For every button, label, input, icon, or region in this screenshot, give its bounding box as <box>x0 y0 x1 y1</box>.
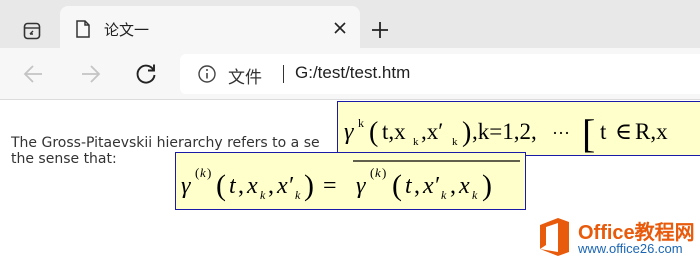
svg-text:k: k <box>413 136 419 148</box>
svg-text:,: , <box>238 173 244 199</box>
svg-text:[: [ <box>582 111 595 156</box>
svg-text:,k=1,2,: ,k=1,2, <box>472 119 537 144</box>
svg-text:k: k <box>472 188 478 202</box>
svg-text:k: k <box>295 188 301 202</box>
svg-text:t: t <box>229 173 237 199</box>
svg-text:(: ( <box>369 117 378 148</box>
equation-image-1: γ k ( t,x k ,x′ k ) ,k=1,2, ··· [ t ∈ R,… <box>337 101 700 156</box>
toolbar: 文件 G:/test/test.htm <box>0 48 700 100</box>
browser-tab[interactable]: 论文一 <box>60 6 360 48</box>
refresh-icon[interactable] <box>132 60 160 88</box>
forward-arrow-icon[interactable] <box>76 60 104 88</box>
svg-text:R,x: R,x <box>635 119 668 144</box>
back-arrow-icon[interactable] <box>20 60 48 88</box>
svg-text:k: k <box>358 116 364 130</box>
workspaces-icon <box>23 22 41 40</box>
svg-text:(: ( <box>216 169 226 202</box>
svg-text:x: x <box>458 173 470 199</box>
svg-text:,x′: ,x′ <box>421 119 443 144</box>
svg-text:(: ( <box>195 165 199 180</box>
svg-text:): ) <box>382 165 386 180</box>
office-logo-icon <box>540 218 569 256</box>
svg-text:γ: γ <box>181 173 191 199</box>
site-info-label[interactable]: 文件 <box>228 63 262 88</box>
watermark-url: www.office26.com <box>578 241 683 256</box>
svg-text:k: k <box>200 165 206 180</box>
svg-text:x′: x′ <box>276 173 294 199</box>
paragraph-line: The Gross-Pitaevskii hierarchy refers to… <box>11 135 320 151</box>
equation-image-2: γ ( k ) ( t , x k , x′ k ) = γ ( k ) ( t… <box>175 152 526 210</box>
watermark: Office教程网 www.office26.com <box>536 213 700 266</box>
svg-text:γ: γ <box>344 119 354 145</box>
address-separator <box>283 65 284 83</box>
svg-text:): ) <box>304 169 314 202</box>
svg-text:): ) <box>207 165 211 180</box>
svg-text:,: , <box>268 173 274 199</box>
svg-text:): ) <box>462 117 471 148</box>
document-icon <box>76 20 90 38</box>
close-icon[interactable] <box>330 18 350 38</box>
svg-text:t,x: t,x <box>382 119 406 144</box>
plus-icon[interactable] <box>368 18 392 42</box>
svg-text:∈: ∈ <box>615 119 632 144</box>
svg-text:k: k <box>375 165 381 180</box>
svg-text:γ: γ <box>356 173 366 199</box>
svg-text:): ) <box>482 169 492 202</box>
svg-text:t: t <box>405 173 413 199</box>
svg-text:t: t <box>600 119 607 144</box>
svg-text:(: ( <box>392 169 402 202</box>
svg-text:x′: x′ <box>422 173 440 199</box>
svg-text:k: k <box>260 188 266 202</box>
tab-strip: 论文一 <box>0 0 700 48</box>
url-text[interactable]: G:/test/test.htm <box>295 63 410 83</box>
info-icon[interactable] <box>197 64 217 84</box>
svg-text:,: , <box>414 173 420 199</box>
svg-text:k: k <box>441 188 447 202</box>
svg-text:=: = <box>323 173 337 199</box>
tab-title: 论文一 <box>104 22 150 39</box>
svg-text:x: x <box>246 173 258 199</box>
svg-text:k: k <box>452 136 458 148</box>
workspaces-button[interactable] <box>16 16 48 48</box>
svg-text:···: ··· <box>552 123 570 143</box>
svg-text:(: ( <box>370 165 374 180</box>
svg-text:,: , <box>450 173 456 199</box>
address-bar[interactable]: 文件 G:/test/test.htm <box>180 54 700 94</box>
